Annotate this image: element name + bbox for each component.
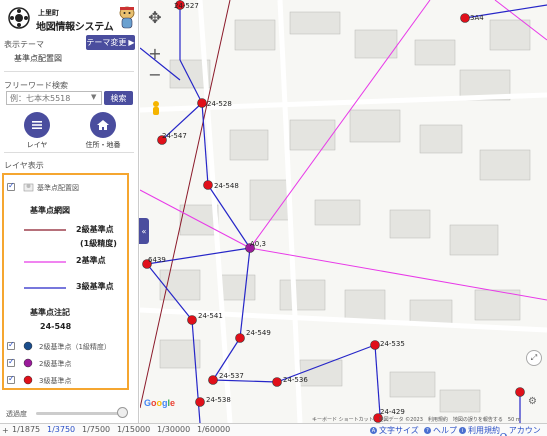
terms-label: 利用規約 bbox=[468, 426, 500, 435]
point-label: 3A4 bbox=[470, 14, 484, 22]
map-pan-icon[interactable]: ✥ bbox=[146, 8, 164, 27]
point-swatch bbox=[23, 358, 33, 368]
chevron-right-icon: ▶ bbox=[128, 38, 135, 47]
zoom-out-button[interactable]: − bbox=[146, 65, 164, 84]
mascot-icon bbox=[119, 6, 135, 29]
point-label: 6439 bbox=[148, 256, 166, 264]
theme-change-label: テーマ変更 bbox=[86, 38, 127, 47]
legend-line-label: 3級基準点 bbox=[76, 282, 114, 291]
settings-icon[interactable]: ⚙ bbox=[528, 396, 537, 407]
address-search-button[interactable] bbox=[90, 112, 116, 138]
zoom-in-button[interactable]: + bbox=[146, 44, 164, 63]
sidebar: 上里町 地図情報システム 表示テーマ テーマ変更 ▶ 基準点配置図 フリーワード… bbox=[0, 0, 139, 436]
map-fullscreen-icon[interactable]: ⤢ bbox=[526, 350, 542, 366]
address-button-label: 住所・地番 bbox=[85, 141, 121, 149]
legend-line-label: 2基準点 bbox=[76, 256, 106, 265]
divider bbox=[4, 71, 134, 72]
line-swatch-2kyu-1 bbox=[24, 229, 66, 231]
font-size-icon: A bbox=[370, 427, 377, 434]
point-label: 24-528 bbox=[207, 100, 232, 108]
search-button[interactable]: 検索 bbox=[104, 91, 133, 105]
annotation-legend-title: 基準点注記 bbox=[30, 308, 70, 317]
layer-main-label: 基準点配置図 bbox=[37, 184, 79, 192]
annotation-example: 24-548 bbox=[40, 322, 72, 331]
layer-button-label: レイヤ bbox=[26, 141, 48, 149]
scale-option[interactable]: 1/1875 bbox=[12, 425, 40, 434]
google-logo: Google bbox=[144, 398, 176, 408]
point-label: 24-429 bbox=[380, 408, 405, 416]
list-icon bbox=[32, 121, 42, 129]
scale-option[interactable]: 1/30000 bbox=[157, 425, 190, 434]
divider bbox=[4, 152, 134, 153]
help-link[interactable]: ? ヘルプ bbox=[424, 425, 457, 436]
point-label: 24-549 bbox=[246, 329, 271, 337]
point-label: 24-538 bbox=[206, 396, 231, 404]
theme-change-button[interactable]: テーマ変更 ▶ bbox=[86, 35, 135, 50]
account-label: アカウント bbox=[508, 426, 541, 435]
account-icon: ● bbox=[500, 432, 507, 436]
street-view-pegman-icon[interactable] bbox=[150, 100, 162, 118]
layer-main-checkbox[interactable] bbox=[7, 181, 15, 191]
point-label: 24-548 bbox=[214, 182, 239, 190]
point-swatch bbox=[23, 375, 33, 385]
home-icon bbox=[97, 120, 109, 130]
point-label: 24-536 bbox=[283, 376, 308, 384]
point-label: 24-527 bbox=[174, 2, 199, 10]
layer-button[interactable] bbox=[24, 112, 50, 138]
terms-icon: i bbox=[459, 427, 466, 434]
town-emblem-icon bbox=[8, 7, 30, 29]
sidebar-collapse-tab[interactable]: « bbox=[139, 218, 149, 244]
point-layer-checkbox[interactable] bbox=[7, 357, 15, 367]
scale-option[interactable]: 1/15000 bbox=[117, 425, 150, 434]
opacity-slider-handle[interactable] bbox=[117, 407, 128, 418]
font-size-link[interactable]: A 文字サイズ bbox=[370, 425, 419, 436]
help-label: ヘルプ bbox=[433, 426, 457, 435]
font-size-label: 文字サイズ bbox=[379, 426, 419, 435]
map-attribution[interactable]: キーボード ショートカット 地図データ ©2023 利用規約 地図の誤りを報告す… bbox=[312, 416, 521, 423]
app-title: 地図情報システム bbox=[36, 22, 114, 33]
account-link[interactable]: ●アカウント bbox=[500, 425, 547, 436]
chevron-left-icon: « bbox=[141, 226, 147, 236]
current-theme: 基準点配置図 bbox=[14, 54, 62, 63]
free-search-label: フリーワード検索 bbox=[4, 81, 68, 90]
opacity-label: 透過度 bbox=[6, 410, 27, 418]
layer-legend-panel: 基準点配置図 基準点網図 2級基準点 (1級精度) 2基準点 3級基準点 基準点… bbox=[2, 173, 129, 390]
search-input[interactable] bbox=[6, 91, 102, 105]
point-label: 24-547 bbox=[162, 132, 187, 140]
point-label: A0,3 bbox=[250, 240, 266, 248]
legend-line-sublabel: (1級精度) bbox=[80, 239, 117, 248]
opacity-slider-track[interactable] bbox=[36, 412, 122, 415]
map-canvas[interactable]: 24-527 3A4 24-528 24-547 24-548 A0,3 643… bbox=[140, 0, 547, 423]
layer-section-label: レイヤ表示 bbox=[4, 161, 44, 170]
map-svg: 24-527 3A4 24-528 24-547 24-548 A0,3 643… bbox=[140, 0, 547, 423]
help-icon: ? bbox=[424, 427, 431, 434]
scale-plus-icon[interactable]: + bbox=[2, 426, 9, 435]
legend-point-label: 2級基準点（1級精度） bbox=[39, 343, 111, 351]
network-legend-title: 基準点網図 bbox=[30, 206, 70, 215]
scale-option[interactable]: 1/7500 bbox=[82, 425, 110, 434]
point-label: 24-537 bbox=[219, 372, 244, 380]
terms-link[interactable]: i 利用規約 bbox=[459, 425, 500, 436]
scale-option[interactable]: 1/60000 bbox=[197, 425, 230, 434]
point-label: 24-535 bbox=[380, 340, 405, 348]
line-swatch-3kyu bbox=[24, 287, 66, 289]
theme-label: 表示テーマ bbox=[4, 40, 44, 49]
legend-point-label: 2級基準点 bbox=[39, 360, 72, 368]
legend-point-label: 3級基準点 bbox=[39, 377, 72, 385]
town-name: 上里町 bbox=[38, 9, 59, 17]
line-swatch-2kijun bbox=[24, 261, 66, 263]
app-logo[interactable]: 上里町 地図情報システム bbox=[8, 4, 136, 34]
chevron-down-icon[interactable]: ▼ bbox=[91, 93, 96, 101]
map-layer-icon bbox=[23, 183, 34, 192]
point-layer-checkbox[interactable] bbox=[7, 340, 15, 350]
scale-option-active[interactable]: 1/3750 bbox=[47, 425, 75, 434]
point-layer-checkbox[interactable] bbox=[7, 374, 15, 384]
legend-line-label: 2級基準点 bbox=[76, 225, 114, 234]
point-swatch bbox=[23, 341, 33, 351]
point-label: 24-541 bbox=[198, 312, 223, 320]
